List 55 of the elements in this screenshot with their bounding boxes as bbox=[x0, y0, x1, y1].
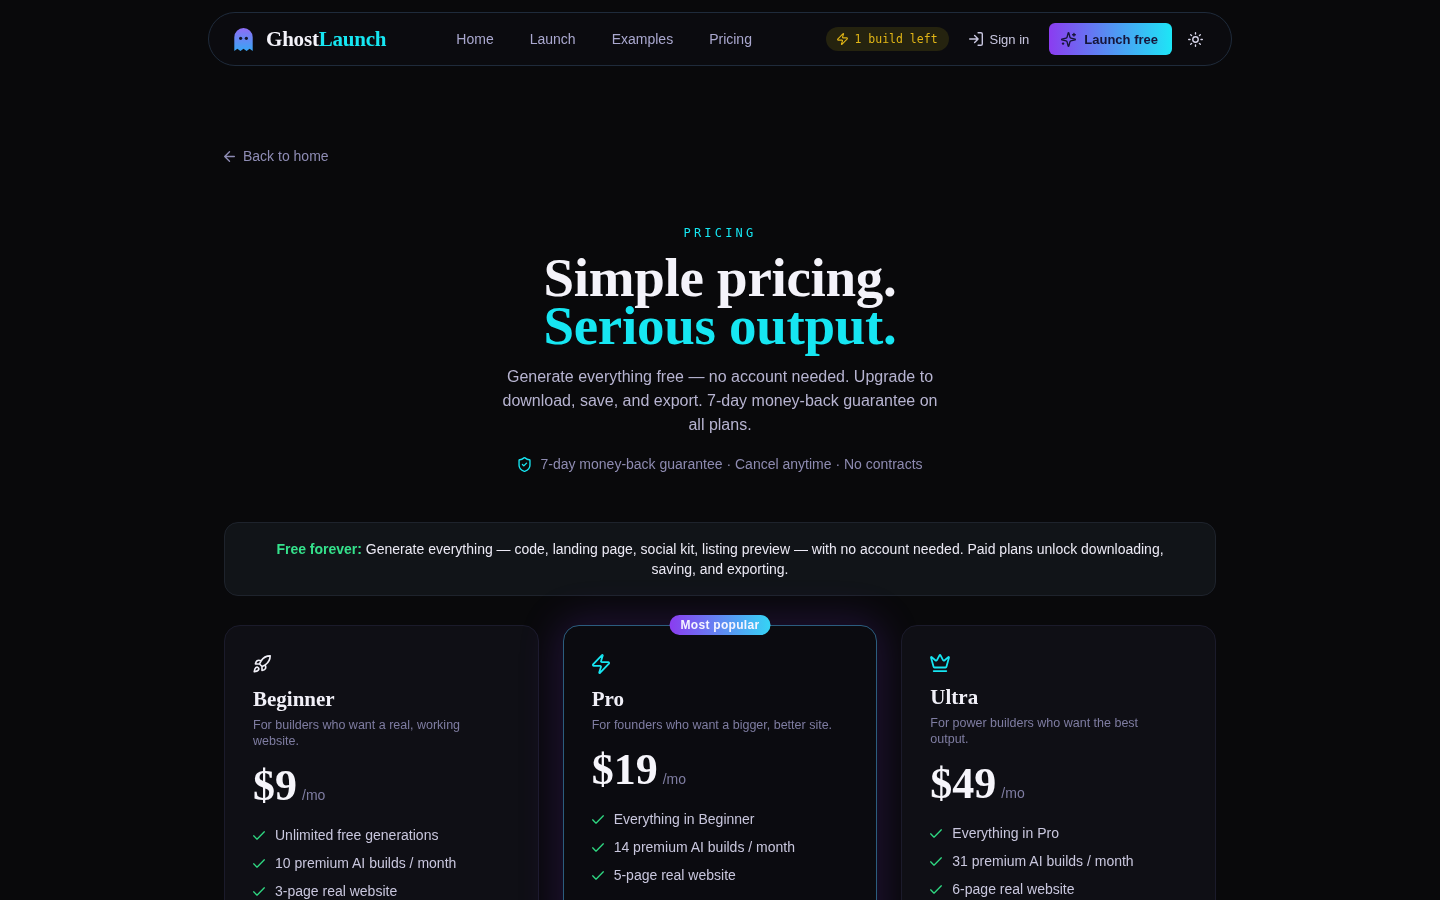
plan-name: Pro bbox=[591, 687, 625, 711]
check-icon bbox=[591, 814, 604, 824]
plan-price: $49 bbox=[930, 759, 997, 809]
plan-description: For founders who want a bigger, better site. bbox=[591, 717, 834, 733]
feature-text: 6-page real website bbox=[952, 881, 1075, 897]
sun-icon[interactable] bbox=[1188, 31, 1203, 47]
sparkles-icon bbox=[1061, 31, 1077, 47]
check-icon bbox=[253, 858, 265, 868]
check-icon bbox=[930, 884, 943, 894]
plan-name: Beginner bbox=[253, 687, 336, 711]
plan-price: $9 bbox=[253, 761, 297, 811]
nav-link[interactable]: Pricing bbox=[709, 31, 752, 47]
feature-text: 10 premium AI builds / month bbox=[275, 855, 457, 871]
plan-description: For power builders who want the best output. bbox=[930, 715, 1140, 747]
nav-link[interactable]: Home bbox=[456, 31, 494, 47]
feature-text: 5-page real website bbox=[613, 867, 736, 883]
check-icon bbox=[930, 828, 943, 838]
feature-text: 14 premium AI builds / month bbox=[613, 839, 795, 855]
guarantee-text: 7-day money-back guarantee · Cancel anytime · No contracts bbox=[540, 455, 923, 474]
feature-text: Everything in Beginner bbox=[613, 811, 755, 827]
page-title: Simple pricing. Serious output. bbox=[542, 246, 898, 358]
notice-text: Free forever: Generate everything — code, landing page, social kit, listing preview — with no account needed. Paid plans unlock downloading, saving, and exporting. bbox=[276, 541, 1164, 577]
feature-text: Unlimited free generations bbox=[275, 827, 439, 843]
crown-icon bbox=[930, 654, 951, 672]
check-icon bbox=[930, 856, 943, 866]
check-icon bbox=[591, 870, 604, 880]
shield-check-icon bbox=[517, 456, 533, 472]
feature-text: 3-page real website bbox=[275, 883, 398, 899]
back-link[interactable]: Back to home bbox=[224, 146, 329, 166]
arrow-left-icon bbox=[224, 150, 235, 162]
sign-in-icon bbox=[968, 32, 983, 46]
plan-name: Ultra bbox=[930, 685, 980, 709]
lightning-icon bbox=[837, 33, 849, 45]
popular-badge: Most popular bbox=[669, 615, 771, 635]
check-icon bbox=[253, 886, 265, 896]
section-eyebrow: PRICING bbox=[682, 225, 758, 241]
launch-button[interactable]: Launch free bbox=[1049, 23, 1172, 55]
price-period: /mo bbox=[302, 787, 326, 803]
lightning-icon bbox=[591, 654, 610, 674]
price-period: /mo bbox=[1001, 785, 1025, 801]
check-icon bbox=[591, 842, 604, 852]
plan-price: $19 bbox=[591, 745, 658, 795]
rocket-icon bbox=[253, 654, 271, 674]
sign-in-button[interactable]: Sign in bbox=[968, 27, 1030, 51]
ghost-logo-icon bbox=[234, 27, 253, 51]
price-period: /mo bbox=[662, 771, 686, 787]
logo-text[interactable]: GhostLaunch bbox=[266, 26, 387, 52]
nav-link[interactable]: Launch bbox=[529, 31, 576, 47]
plan-description: For builders who want a real, working website. bbox=[253, 717, 462, 749]
feature-text: 31 premium AI builds / month bbox=[952, 853, 1134, 869]
feature-text: Everything in Pro bbox=[952, 825, 1059, 841]
nav-link[interactable]: Examples bbox=[611, 31, 674, 47]
credits-label: 1 build left bbox=[854, 32, 938, 46]
subtitle-text: Generate everything free — no account needed. Upgrade to download, save, and export. 7-day money-back guarantee on all plans. bbox=[501, 367, 939, 435]
check-icon bbox=[253, 830, 265, 840]
